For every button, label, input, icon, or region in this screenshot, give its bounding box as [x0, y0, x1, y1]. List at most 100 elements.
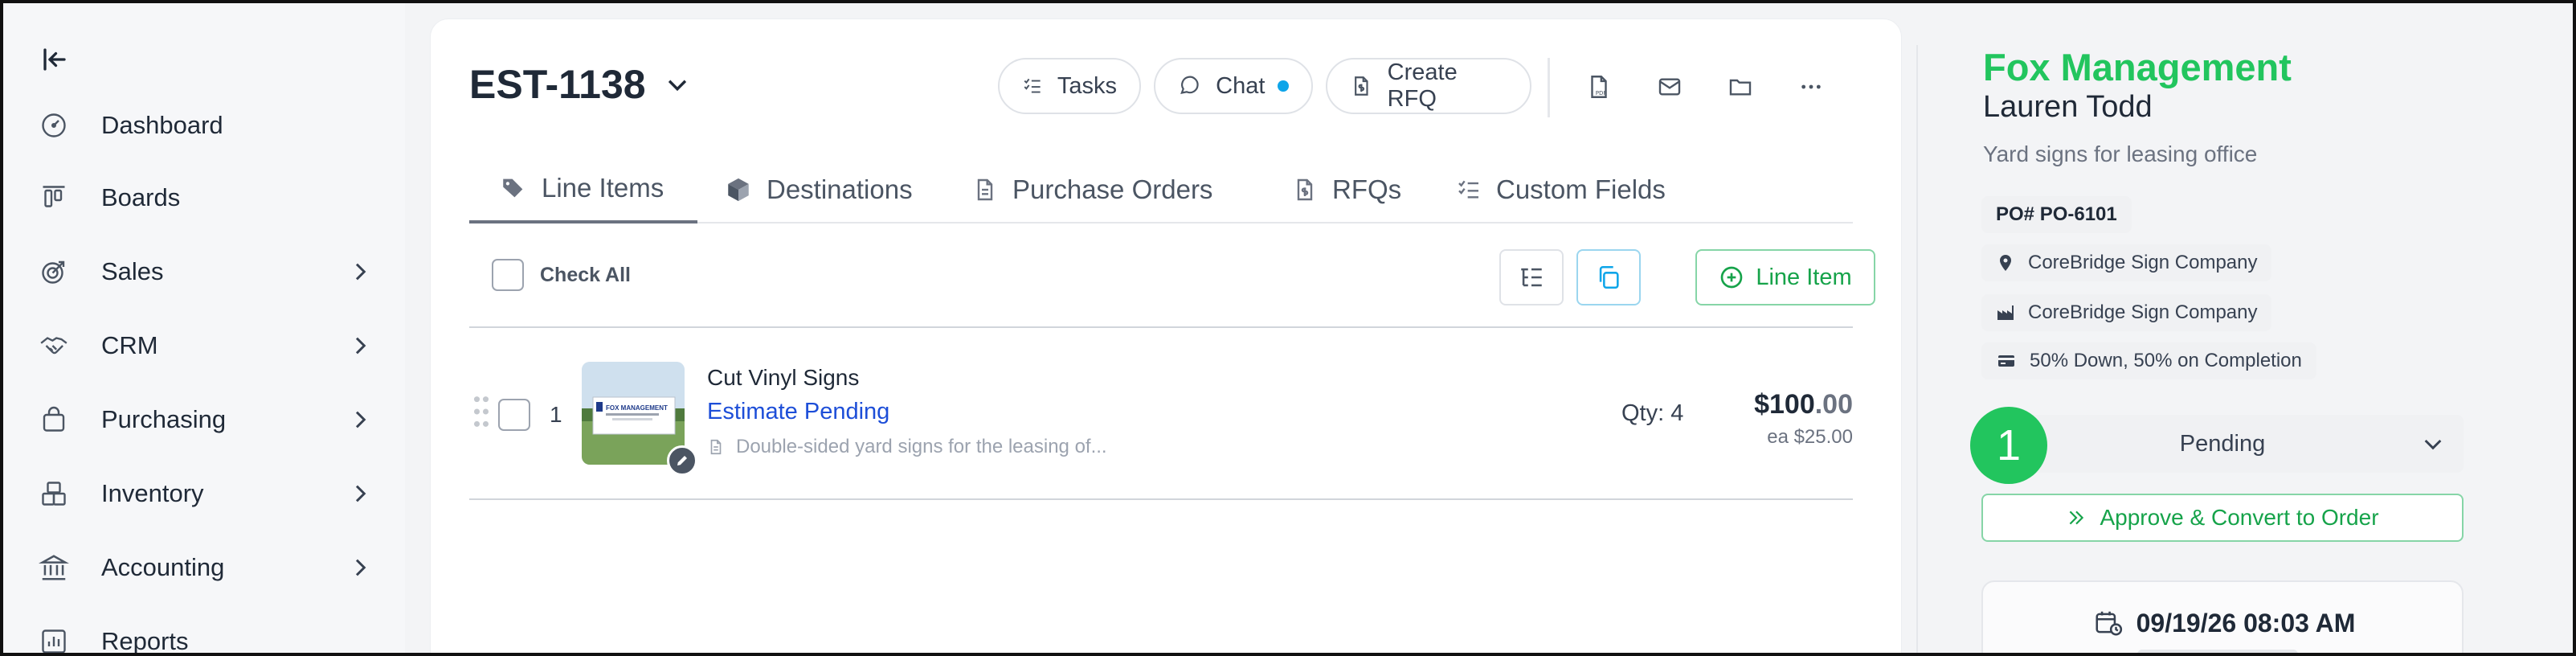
svg-text:PDF: PDF: [1596, 89, 1607, 96]
panel-divider: [1916, 45, 1918, 656]
sidebar-item-crm[interactable]: CRM: [0, 314, 405, 378]
sidebar-item-label: CRM: [101, 331, 158, 359]
sidebar-item-label: Reports: [101, 627, 189, 655]
tab-label: RFQs: [1332, 174, 1402, 204]
sales-target-icon: [37, 255, 71, 289]
line-item-row[interactable]: 1 FOX MANAGEMENT Cut Vinyl Signs Estimat…: [469, 328, 1853, 500]
document-icon: [977, 178, 993, 201]
customer-company-link[interactable]: Fox Management: [1983, 45, 2292, 89]
sidebar-item-reports[interactable]: Reports: [0, 609, 405, 656]
line-item-number: 1: [550, 402, 562, 427]
tab-rfqs[interactable]: RFQs: [1292, 156, 1401, 223]
add-line-item-label: Line Item: [1756, 264, 1852, 290]
price-cents: .00: [1814, 389, 1853, 420]
task-list-icon: [1458, 180, 1478, 199]
payment-terms-badge: 50% Down, 50% on Completion: [1981, 342, 2316, 379]
sidebar-item-dashboard[interactable]: Dashboard: [0, 93, 405, 158]
files-button[interactable]: [1721, 68, 1760, 106]
sidebar-item-label: Accounting: [101, 553, 225, 581]
estimate-tabs: Line Items Destinations Purchase Orders …: [469, 156, 1853, 223]
list-tree-icon: [1521, 268, 1542, 287]
check-all-label: Check All: [540, 263, 632, 286]
chevron-right-icon: [355, 337, 366, 355]
check-all-checkbox[interactable]: [492, 259, 524, 291]
sidebar-item-label: Sales: [101, 257, 164, 285]
collapse-sidebar-button[interactable]: [37, 42, 72, 77]
tab-custom-fields[interactable]: Custom Fields: [1456, 156, 1666, 223]
task-list-icon: [1024, 78, 1041, 93]
tasks-label: Tasks: [1057, 72, 1117, 99]
date-subtext-clipped: [2137, 650, 2298, 656]
chevron-down-icon: [2424, 439, 2442, 450]
drag-handle-icon[interactable]: [472, 394, 490, 429]
tab-line-items[interactable]: Line Items: [469, 156, 697, 223]
estimate-title-dropdown[interactable]: EST-1138: [469, 61, 691, 108]
app-logo: [51, 0, 142, 3]
sidebar-item-inventory[interactable]: Inventory: [0, 461, 405, 526]
estimate-card: EST-1138 Tasks Chat Create RFQ PDF Line …: [431, 19, 1918, 656]
payment-terms: 50% Down, 50% on Completion: [2030, 350, 2302, 371]
add-line-item-button[interactable]: Line Item: [1695, 249, 1875, 305]
yard-sign-image: FOX MANAGEMENT: [582, 362, 685, 465]
chevron-down-icon: [668, 80, 686, 92]
more-dots-icon: [1801, 84, 1821, 89]
more-options-button[interactable]: [1792, 68, 1830, 106]
reorder-list-button[interactable]: [1499, 249, 1564, 305]
date-card: 09/19/26 08:03 AM: [1981, 580, 2464, 656]
tasks-button[interactable]: Tasks: [998, 58, 1141, 114]
customer-contact[interactable]: Lauren Todd: [1983, 90, 2153, 125]
copy-icon: [1599, 265, 1619, 289]
line-item-checkbox[interactable]: [498, 399, 530, 431]
calendar-clock-icon: [2096, 611, 2122, 636]
line-item-status-link[interactable]: Estimate Pending: [707, 399, 889, 425]
estimate-description: Yard signs for leasing office: [1983, 141, 2258, 166]
approve-convert-button[interactable]: Approve & Convert to Order: [1981, 494, 2464, 542]
sidebar-item-accounting[interactable]: Accounting: [0, 535, 405, 600]
pdf-file-icon: PDF: [1591, 76, 1607, 98]
sidebar-item-label: Purchasing: [101, 405, 227, 433]
create-rfq-label: Create RFQ: [1387, 59, 1458, 112]
pdf-button[interactable]: PDF: [1580, 68, 1618, 106]
bank-icon: [37, 551, 71, 584]
bar-chart-icon: [37, 625, 71, 656]
price-dollars: $100: [1754, 389, 1815, 420]
sidebar-item-boards[interactable]: Boards: [0, 166, 405, 230]
line-item-description-text: Double-sided yard signs for the leasing …: [736, 436, 1107, 457]
vendor-name: CoreBridge Sign Company: [2028, 301, 2258, 323]
chevron-right-icon: [355, 411, 366, 428]
tab-label: Purchase Orders: [1012, 174, 1213, 204]
po-number-badge: PO# PO-6101: [1981, 196, 2132, 233]
vendor-badge: CoreBridge Sign Company: [1981, 294, 2272, 331]
tab-purchase-orders[interactable]: Purchase Orders: [972, 156, 1212, 223]
sidebar-item-purchasing[interactable]: Purchasing: [0, 387, 405, 452]
chat-unread-dot: [1278, 80, 1289, 92]
chevron-right-icon: [355, 559, 366, 576]
status-value: Pending: [2179, 430, 2266, 457]
tab-destinations[interactable]: Destinations: [725, 156, 913, 223]
factory-icon: [1997, 305, 2014, 320]
edit-image-button[interactable]: [667, 445, 697, 476]
chevron-right-icon: [355, 485, 366, 502]
date-row: 09/19/26 08:03 AM: [1983, 608, 2465, 638]
document-icon: [710, 439, 722, 455]
package-box-icon: [728, 178, 749, 202]
double-chevron-right-icon: [2070, 510, 2084, 525]
status-dropdown[interactable]: Pending: [1981, 415, 2464, 473]
line-items-toolbar: Check All Line Item: [469, 223, 1875, 328]
sidebar-item-label: Dashboard: [101, 111, 223, 139]
copy-items-button[interactable]: [1576, 249, 1641, 305]
tab-label: Custom Fields: [1496, 174, 1666, 204]
create-rfq-button[interactable]: Create RFQ: [1326, 58, 1531, 114]
sidebar-item-sales[interactable]: Sales: [0, 240, 405, 304]
email-button[interactable]: [1650, 68, 1689, 106]
folder-icon: [1729, 79, 1752, 96]
shopping-bag-icon: [37, 403, 71, 437]
thumbnail-sign-text: FOX MANAGEMENT: [606, 404, 668, 412]
check-all[interactable]: Check All: [492, 259, 631, 291]
po-number: PO# PO-6101: [1996, 203, 2117, 225]
chevron-right-icon: [355, 263, 366, 281]
line-item-thumbnail[interactable]: FOX MANAGEMENT: [582, 362, 685, 465]
map-pin-icon: [2000, 255, 2011, 271]
created-date: 09/19/26 08:03 AM: [2136, 608, 2356, 638]
chat-button[interactable]: Chat: [1154, 58, 1313, 114]
